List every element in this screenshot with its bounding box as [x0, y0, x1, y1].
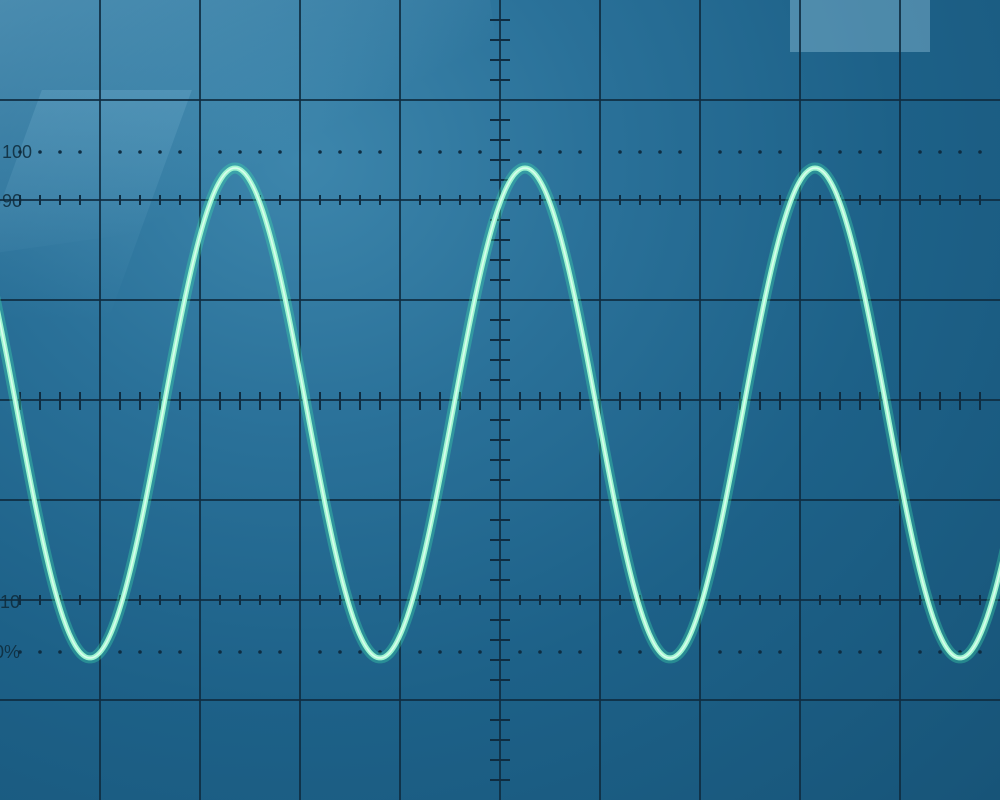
reference-dot — [158, 150, 162, 154]
reference-dot — [338, 150, 342, 154]
reference-dot — [818, 150, 822, 154]
reference-dot — [838, 650, 842, 654]
reference-dot — [38, 650, 42, 654]
reference-dot — [878, 650, 882, 654]
reference-dot — [858, 150, 862, 154]
reference-dot — [578, 150, 582, 154]
label-10-percent: 10 — [0, 592, 21, 612]
reference-dot — [278, 150, 282, 154]
reference-dot — [58, 650, 62, 654]
reference-dot — [738, 150, 742, 154]
reference-dot — [238, 650, 242, 654]
reference-dot — [738, 650, 742, 654]
reference-dot — [218, 150, 222, 154]
reference-dot — [718, 150, 722, 154]
reference-dot — [118, 650, 122, 654]
reference-dot — [538, 650, 542, 654]
reference-dot — [438, 150, 442, 154]
reference-dot — [118, 150, 122, 154]
reference-dot — [978, 150, 982, 154]
reference-dot — [938, 650, 942, 654]
reference-dot — [178, 150, 182, 154]
reference-dot — [618, 650, 622, 654]
reference-dot — [218, 650, 222, 654]
reference-dot — [358, 650, 362, 654]
reference-dot — [178, 650, 182, 654]
reference-dot — [658, 150, 662, 154]
reference-dot — [278, 650, 282, 654]
reference-dot — [518, 150, 522, 154]
reference-dot — [378, 150, 382, 154]
reference-dot — [458, 650, 462, 654]
reference-dot — [778, 650, 782, 654]
oscilloscope-screen: 100 90 10 0% — [0, 0, 1000, 800]
reference-dot — [78, 150, 82, 154]
reference-dot — [58, 150, 62, 154]
reference-dot — [258, 650, 262, 654]
reference-dot — [358, 150, 362, 154]
reference-dot — [338, 650, 342, 654]
reference-dot — [138, 650, 142, 654]
label-100-percent: 100 — [2, 142, 33, 162]
reference-dot — [578, 650, 582, 654]
reference-dot — [758, 650, 762, 654]
reference-dot — [38, 150, 42, 154]
reference-dot — [418, 150, 422, 154]
reference-dot — [438, 650, 442, 654]
reference-dot — [158, 650, 162, 654]
reference-dot — [938, 150, 942, 154]
reference-dot — [318, 150, 322, 154]
reference-dot — [958, 150, 962, 154]
reference-dot — [858, 650, 862, 654]
label-0-percent: 0% — [0, 642, 21, 662]
reference-dot — [478, 150, 482, 154]
reference-dot — [618, 150, 622, 154]
graticule — [0, 0, 1000, 800]
reference-dot — [558, 150, 562, 154]
reference-dot — [478, 650, 482, 654]
reference-dot — [418, 650, 422, 654]
reference-dot — [678, 150, 682, 154]
reference-dot — [718, 650, 722, 654]
reference-dot — [238, 150, 242, 154]
reference-dot — [558, 650, 562, 654]
reference-dot — [978, 650, 982, 654]
reference-dot — [818, 650, 822, 654]
reference-dot — [838, 150, 842, 154]
reference-dot — [918, 650, 922, 654]
reference-dot — [638, 650, 642, 654]
reference-dot — [778, 150, 782, 154]
reference-dot — [518, 650, 522, 654]
reference-dot — [138, 150, 142, 154]
label-90-percent: 90 — [2, 191, 23, 211]
reference-dot — [538, 150, 542, 154]
reference-dot — [458, 150, 462, 154]
reference-dot — [318, 650, 322, 654]
reference-dot — [758, 150, 762, 154]
reference-dot — [258, 150, 262, 154]
reference-dot — [638, 150, 642, 154]
reference-dot — [878, 150, 882, 154]
reference-dot — [918, 150, 922, 154]
